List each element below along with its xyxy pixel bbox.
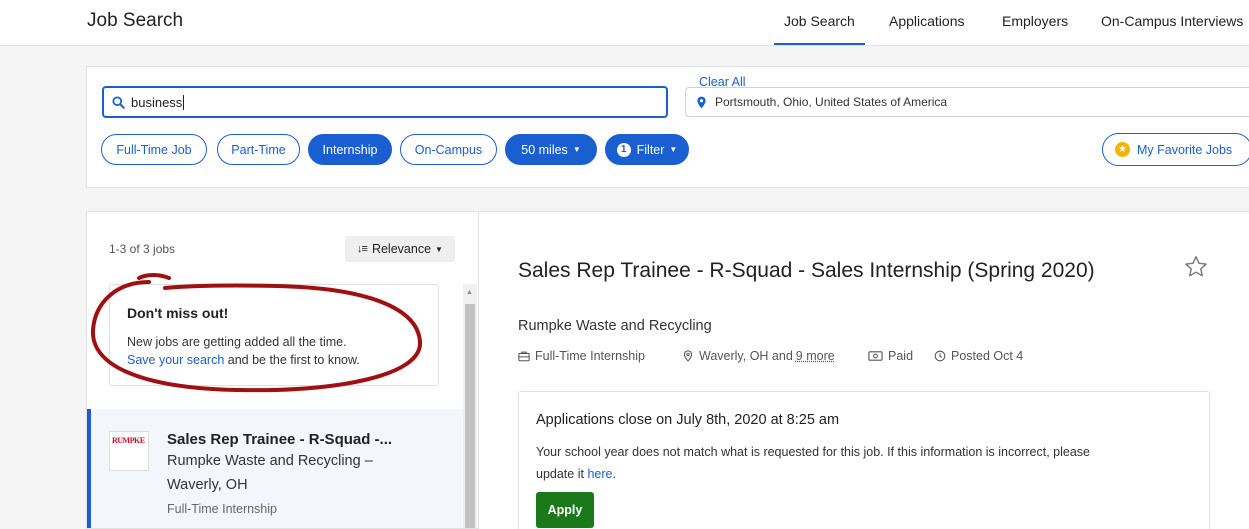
- logo-text: RUMPKE: [112, 436, 145, 445]
- meta-paid-text: Paid: [888, 349, 914, 363]
- message-text: update it: [536, 467, 588, 481]
- more-locations-link[interactable]: 9 more: [796, 349, 835, 363]
- page: Job Search Job Search Job Search Applica…: [0, 0, 1249, 529]
- search-card: business Portsmouth, Ohio, United States…: [86, 66, 1249, 188]
- chip-label: Filter: [636, 142, 665, 157]
- meta-location-text: Waverly, OH and: [699, 349, 793, 363]
- scrollbar-thumb[interactable]: [465, 304, 475, 528]
- tab-applications[interactable]: Applications: [889, 13, 965, 29]
- caret-down-icon: ▼: [435, 244, 443, 254]
- eligibility-message: Your school year does not match what is …: [536, 445, 1090, 459]
- filter-count-badge: 1: [616, 142, 631, 157]
- page-title: Job Search: [87, 10, 184, 31]
- promo-text-2: Save your search and be the first to kno…: [127, 353, 360, 367]
- save-search-promo: Don't miss out! New jobs are getting add…: [109, 284, 439, 386]
- star-icon: ★: [1115, 142, 1130, 157]
- sort-dropdown[interactable]: ↓≡ Relevance ▼: [345, 236, 455, 262]
- job-title: Sales Rep Trainee - R-Squad -...: [167, 431, 393, 448]
- results-panel: 1-3 of 3 jobs ↓≡ Relevance ▼ Don't miss …: [86, 211, 479, 529]
- job-type: Full-Time Internship: [167, 502, 277, 516]
- location-value: Portsmouth, Ohio, United States of Ameri…: [715, 95, 948, 109]
- update-here-link[interactable]: here: [587, 467, 612, 481]
- my-favorite-jobs-button[interactable]: ★ My Favorite Jobs: [1102, 133, 1249, 166]
- chip-label: Full-Time Job: [116, 142, 192, 157]
- apply-box: Applications close on July 8th, 2020 at …: [518, 391, 1210, 529]
- favorite-star-icon[interactable]: [1183, 254, 1209, 280]
- keyword-search-input[interactable]: business: [102, 86, 668, 118]
- meta-job-type: Full-Time Internship: [518, 349, 645, 363]
- caret-down-icon: ▼: [572, 145, 581, 154]
- promo-heading: Don't miss out!: [127, 305, 229, 321]
- filter-dropdown[interactable]: 1 Filter ▼: [605, 134, 689, 165]
- eligibility-message-2: update it here.: [536, 467, 616, 481]
- job-detail-company: Rumpke Waste and Recycling: [518, 318, 712, 334]
- meta-paid: Paid: [868, 349, 913, 363]
- meta-posted: Posted Oct 4: [934, 349, 1023, 363]
- search-icon: [112, 95, 125, 109]
- save-search-link[interactable]: Save your search: [127, 353, 224, 367]
- results-scrollbar[interactable]: ▲: [463, 284, 477, 528]
- tab-on-campus-interviews[interactable]: On-Campus Interviews: [1101, 13, 1243, 29]
- meta-location: Waverly, OH and 9 more: [682, 349, 835, 363]
- chip-label: Internship: [322, 142, 378, 157]
- location-pin-icon: [697, 96, 706, 108]
- tab-job-search[interactable]: Job Search: [774, 13, 865, 45]
- chip-label: Part-Time: [231, 142, 286, 157]
- chip-full-time-job[interactable]: Full-Time Job: [101, 134, 207, 165]
- job-list-item[interactable]: RUMPKE Sales Rep Trainee - R-Squad -... …: [87, 409, 463, 528]
- location-pin-icon: [683, 350, 693, 362]
- promo-text: New jobs are getting added all the time.: [127, 335, 347, 349]
- results-count: 1-3 of 3 jobs: [109, 242, 176, 256]
- chip-label: 50 miles: [521, 142, 568, 157]
- sort-label: Relevance: [371, 242, 432, 256]
- money-icon: [868, 351, 883, 361]
- briefcase-icon: [518, 351, 530, 362]
- sort-icon: ↓≡: [357, 243, 368, 255]
- promo-text-rest: and be the first to know.: [224, 353, 360, 367]
- job-detail-title: Sales Rep Trainee - R-Squad - Sales Inte…: [518, 259, 1095, 282]
- tab-employers[interactable]: Employers: [1002, 13, 1068, 29]
- distance-dropdown[interactable]: 50 miles ▼: [505, 134, 597, 165]
- keyword-value: business: [131, 94, 183, 110]
- clock-icon: [934, 350, 946, 362]
- job-detail-panel: Sales Rep Trainee - R-Squad - Sales Inte…: [479, 211, 1249, 529]
- clear-all-link[interactable]: Clear All: [699, 75, 746, 89]
- chip-label: On-Campus: [414, 142, 483, 157]
- favorites-label: My Favorite Jobs: [1137, 142, 1233, 157]
- job-location: Waverly, OH: [167, 477, 248, 493]
- chip-on-campus[interactable]: On-Campus: [400, 134, 497, 165]
- job-company: Rumpke Waste and Recycling –: [167, 453, 373, 469]
- chip-part-time[interactable]: Part-Time: [217, 134, 300, 165]
- application-deadline: Applications close on July 8th, 2020 at …: [536, 412, 840, 428]
- caret-down-icon: ▼: [669, 145, 678, 154]
- meta-job-type-text: Full-Time Internship: [535, 349, 645, 363]
- location-input[interactable]: Portsmouth, Ohio, United States of Ameri…: [685, 87, 1249, 117]
- company-logo: RUMPKE: [109, 431, 149, 471]
- meta-posted-text: Posted Oct 4: [951, 349, 1024, 363]
- text-caret: [183, 94, 185, 110]
- message-text-end: .: [612, 467, 616, 481]
- scroll-up-icon[interactable]: ▲: [466, 289, 473, 296]
- chip-internship[interactable]: Internship: [308, 134, 392, 165]
- apply-button[interactable]: Apply: [536, 492, 594, 528]
